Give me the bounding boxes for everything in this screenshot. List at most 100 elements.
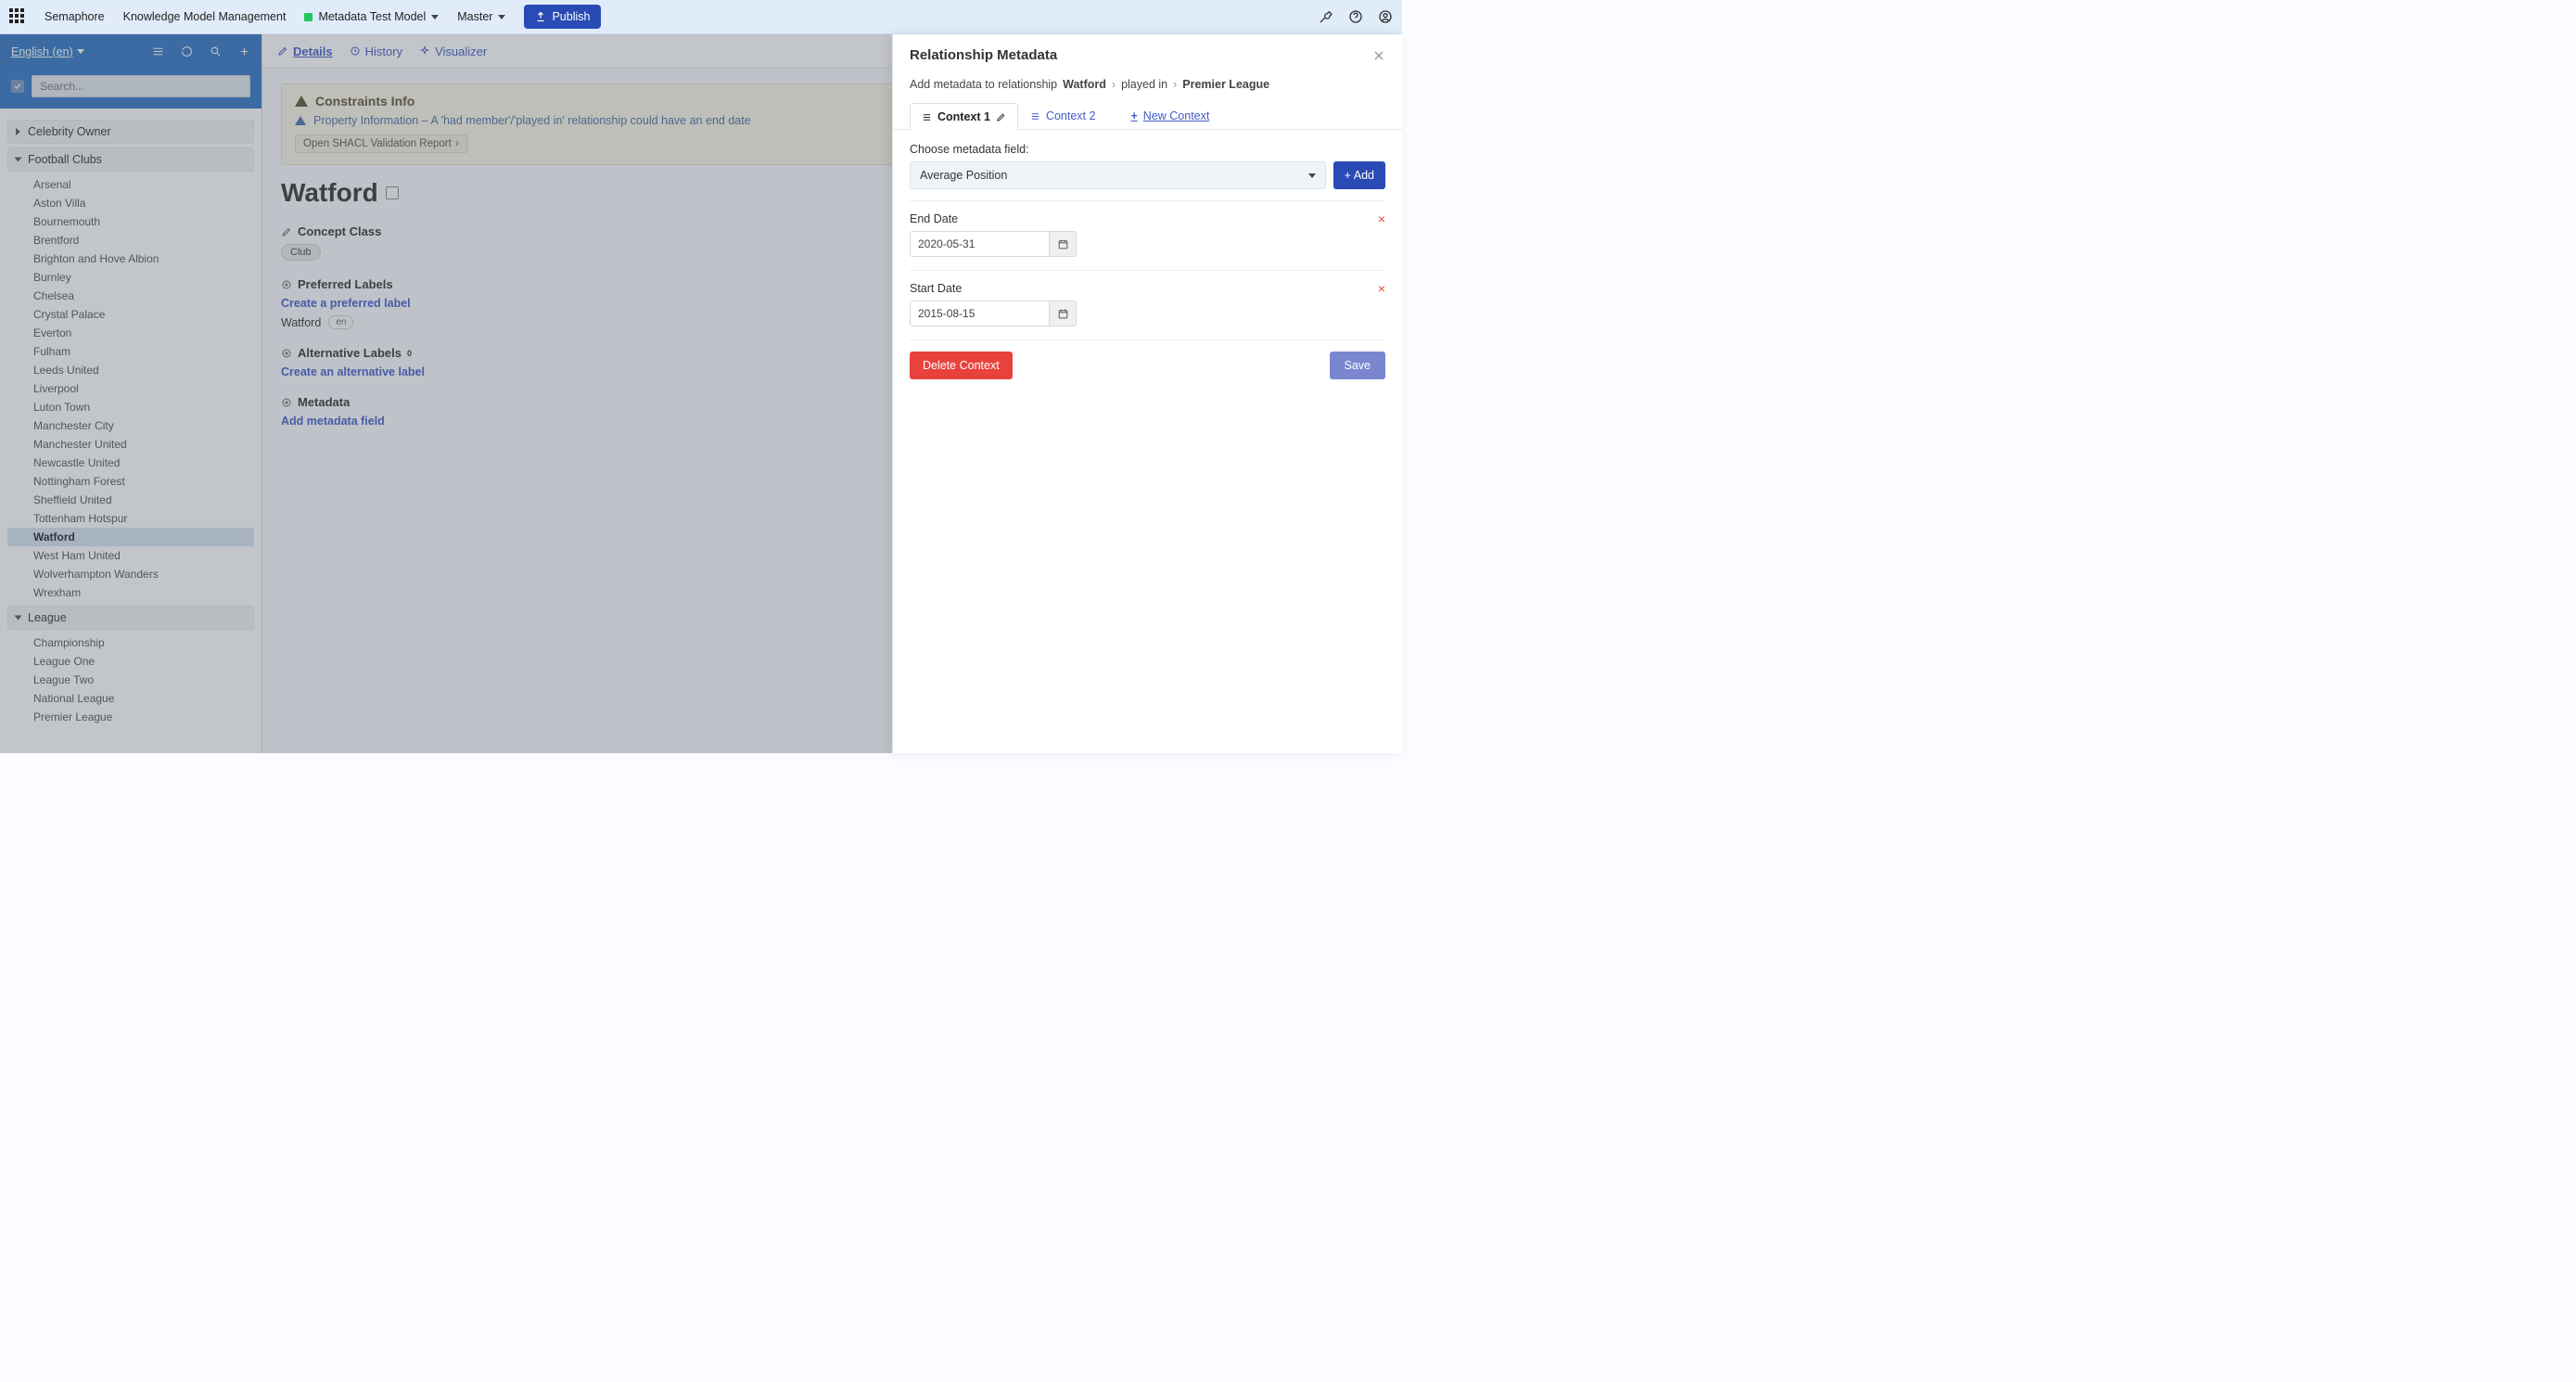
upload-icon (535, 11, 546, 22)
list-icon[interactable] (152, 45, 164, 58)
chevron-right-icon: › (1173, 78, 1177, 91)
sidebar-item[interactable]: Bournemouth (7, 212, 254, 231)
sidebar-header: English (en) (0, 34, 261, 69)
open-shacl-button[interactable]: Open SHACL Validation Report › (295, 134, 467, 153)
refresh-icon[interactable] (181, 45, 193, 58)
sidebar-item[interactable]: Tottenham Hotspur (7, 509, 254, 528)
sidebar-item[interactable]: Liverpool (7, 379, 254, 398)
sidebar-item[interactable]: Fulham (7, 342, 254, 361)
brand-name[interactable]: Semaphore (45, 10, 105, 23)
close-icon[interactable] (1372, 49, 1385, 62)
save-button[interactable]: Save (1330, 352, 1386, 379)
context-tab-1[interactable]: Context 1 (910, 103, 1018, 130)
sidebar-item[interactable]: League One (7, 652, 254, 671)
tab-visualizer[interactable]: Visualizer (419, 45, 487, 58)
sidebar-item[interactable]: Wrexham (7, 583, 254, 602)
open-shacl-label: Open SHACL Validation Report (303, 138, 452, 149)
language-switcher[interactable]: English (en) (11, 45, 84, 58)
publish-button[interactable]: Publish (524, 5, 601, 29)
chevron-right-icon: › (455, 138, 459, 149)
choose-field-row: Average Position + Add (910, 161, 1385, 189)
sidebar-search-input[interactable] (32, 75, 250, 97)
branch-name: Master (457, 10, 492, 23)
sidebar-item[interactable]: Chelsea (7, 287, 254, 305)
metadata-field-header: End Date× (910, 212, 1385, 225)
pencil-icon (277, 45, 288, 57)
sidebar-item[interactable]: West Ham United (7, 546, 254, 565)
topbar-right (1319, 9, 1393, 24)
choose-field-label: Choose metadata field: (910, 143, 1385, 156)
delete-context-button[interactable]: Delete Context (910, 352, 1013, 379)
sidebar-tool-icons (152, 45, 250, 58)
new-context-tab[interactable]: + New Context (1118, 102, 1221, 129)
sidebar-item[interactable]: Luton Town (7, 398, 254, 416)
sidebar-group-label: League (28, 611, 67, 624)
copy-icon[interactable] (386, 186, 399, 199)
topbar: Semaphore Knowledge Model Management Met… (0, 0, 1402, 34)
warning-icon (295, 96, 308, 107)
tab-visualizer-label: Visualizer (435, 45, 487, 58)
search-scope-checkbox[interactable] (11, 80, 24, 93)
context-tab-2[interactable]: Context 2 (1018, 102, 1108, 129)
sidebar-item[interactable]: Wolverhampton Wanders (7, 565, 254, 583)
pencil-icon (281, 226, 292, 237)
sidebar-item[interactable]: Sheffield United (7, 491, 254, 509)
concept-class-label: Concept Class (298, 224, 381, 238)
panel-breadcrumb: Add metadata to relationship Watford › p… (893, 69, 1402, 95)
metadata-field-select[interactable]: Average Position (910, 161, 1326, 189)
sidebar-item[interactable]: Aston Villa (7, 194, 254, 212)
sidebar-item[interactable]: Watford (7, 528, 254, 546)
sidebar-item[interactable]: Newcastle United (7, 454, 254, 472)
remove-field-icon[interactable]: × (1378, 212, 1385, 225)
plus-circle-icon (281, 397, 292, 408)
lang-tag: en (328, 315, 353, 329)
plus-icon[interactable] (238, 45, 250, 58)
add-field-button[interactable]: + Add (1333, 161, 1385, 189)
sidebar-item[interactable]: Burnley (7, 268, 254, 287)
sparkle-icon (419, 45, 430, 57)
date-picker-button[interactable] (1049, 231, 1077, 257)
sidebar-item[interactable]: National League (7, 689, 254, 708)
tab-details-label: Details (293, 45, 333, 58)
tab-history[interactable]: History (350, 45, 402, 58)
list-icon (1030, 111, 1040, 122)
model-dropdown[interactable]: Metadata Test Model (304, 10, 439, 23)
date-input[interactable] (910, 231, 1049, 257)
sidebar-item[interactable]: Everton (7, 324, 254, 342)
caret-down-icon (77, 49, 84, 54)
panel-actions: Delete Context Save (910, 352, 1385, 379)
sidebar-item[interactable]: Crystal Palace (7, 305, 254, 324)
module-link[interactable]: Knowledge Model Management (123, 10, 287, 23)
user-icon[interactable] (1378, 9, 1393, 24)
apps-grid-icon[interactable] (9, 8, 26, 25)
concept-class-badge[interactable]: Club (281, 244, 321, 261)
sidebar-item[interactable]: Leeds United (7, 361, 254, 379)
branch-dropdown[interactable]: Master (457, 10, 505, 23)
sidebar-item[interactable]: Brentford (7, 231, 254, 250)
sidebar-item[interactable]: Championship (7, 633, 254, 652)
sidebar-item[interactable]: Manchester United (7, 435, 254, 454)
tab-details[interactable]: Details (277, 45, 333, 58)
sidebar-item[interactable]: League Two (7, 671, 254, 689)
panel-tabs: Context 1 Context 2 + New Context (893, 95, 1402, 130)
panel-title: Relationship Metadata (910, 47, 1057, 63)
wrench-icon[interactable] (1319, 9, 1333, 24)
plus-icon: + (1130, 109, 1137, 122)
sidebar-group-header[interactable]: Celebrity Owner (7, 120, 254, 144)
zoom-icon[interactable] (210, 45, 222, 58)
metadata-field-block: End Date× (910, 212, 1385, 257)
date-picker-button[interactable] (1049, 301, 1077, 326)
sidebar-item[interactable]: Premier League (7, 708, 254, 726)
date-input[interactable] (910, 301, 1049, 326)
sidebar-item[interactable]: Brighton and Hove Albion (7, 250, 254, 268)
sidebar-item[interactable]: Manchester City (7, 416, 254, 435)
sidebar-group-header[interactable]: League (7, 606, 254, 630)
sidebar-item[interactable]: Arsenal (7, 175, 254, 194)
remove-field-icon[interactable]: × (1378, 282, 1385, 295)
body: English (en) Celebrity Owner Football Clu… (0, 34, 1402, 753)
relationship-metadata-panel: Relationship Metadata Add metadata to re… (892, 34, 1402, 753)
help-icon[interactable] (1348, 9, 1363, 24)
panel-header: Relationship Metadata (893, 34, 1402, 69)
sidebar-group-header[interactable]: Football Clubs (7, 147, 254, 172)
sidebar-item[interactable]: Nottingham Forest (7, 472, 254, 491)
